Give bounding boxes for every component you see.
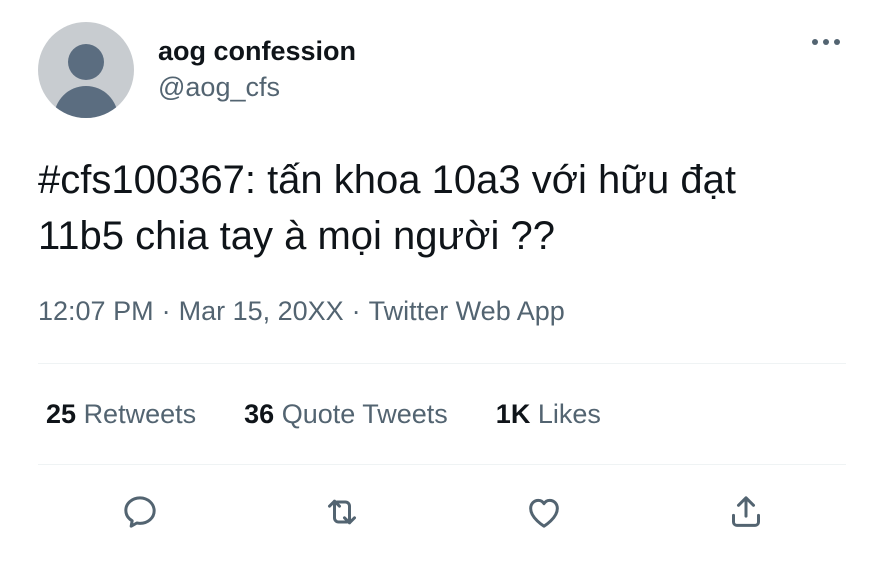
retweet-button[interactable] <box>320 490 364 534</box>
author-handle[interactable]: @aog_cfs <box>158 70 356 104</box>
tweet-actions <box>0 490 878 534</box>
share-button[interactable] <box>724 490 768 534</box>
tweet-card: aog confession @aog_cfs #cfs100367: tấn … <box>0 0 878 563</box>
more-dot <box>823 39 829 45</box>
more-dot <box>834 39 840 45</box>
retweets-count: 25 <box>46 399 77 429</box>
avatar-body-shape <box>54 86 118 118</box>
likes-count: 1K <box>495 399 531 429</box>
quote-tweets-count: 36 <box>244 399 275 429</box>
divider <box>38 464 846 465</box>
reply-button[interactable] <box>118 490 162 534</box>
likes-label: Likes <box>537 399 601 429</box>
like-icon <box>529 498 559 528</box>
quote-tweets-stat[interactable]: 36 Quote Tweets <box>244 396 448 432</box>
retweet-icon <box>328 499 356 525</box>
tweet-text-line: 11b5 chia tay à mọi người ?? <box>38 214 556 258</box>
author-names: aog confession @aog_cfs <box>158 34 356 104</box>
meta-separator: · <box>351 296 361 326</box>
meta-separator: · <box>161 296 171 326</box>
author-display-name[interactable]: aog confession <box>158 34 356 68</box>
tweet-meta: 12:07 PM · Mar 15, 20XX · Twitter Web App <box>38 293 565 329</box>
quote-tweets-label: Quote Tweets <box>281 399 448 429</box>
avatar[interactable] <box>38 22 134 118</box>
tweet-time-link[interactable]: 12:07 PM · Mar 15, 20XX <box>38 296 344 326</box>
share-icon <box>732 496 760 527</box>
reply-icon <box>124 496 156 528</box>
avatar-head-shape <box>68 44 104 80</box>
retweets-label: Retweets <box>83 399 197 429</box>
tweet-source-link[interactable]: Twitter Web App <box>369 296 565 326</box>
retweets-stat[interactable]: 25 Retweets <box>46 396 196 432</box>
tweet-date: Mar 15, 20XX <box>178 296 344 326</box>
like-button[interactable] <box>522 490 566 534</box>
more-options-button[interactable] <box>806 30 846 54</box>
tweet-text: #cfs100367: tấn khoa 10a3 với hữu đạt 11… <box>38 152 858 264</box>
tweet-time: 12:07 PM <box>38 296 154 326</box>
divider <box>38 363 846 364</box>
tweet-header: aog confession @aog_cfs <box>38 22 838 118</box>
more-dot <box>812 39 818 45</box>
tweet-stats: 25 Retweets 36 Quote Tweets 1K Likes <box>46 396 601 432</box>
likes-stat[interactable]: 1K Likes <box>496 396 601 432</box>
tweet-text-line: #cfs100367: tấn khoa 10a3 với hữu đạt <box>38 158 736 202</box>
